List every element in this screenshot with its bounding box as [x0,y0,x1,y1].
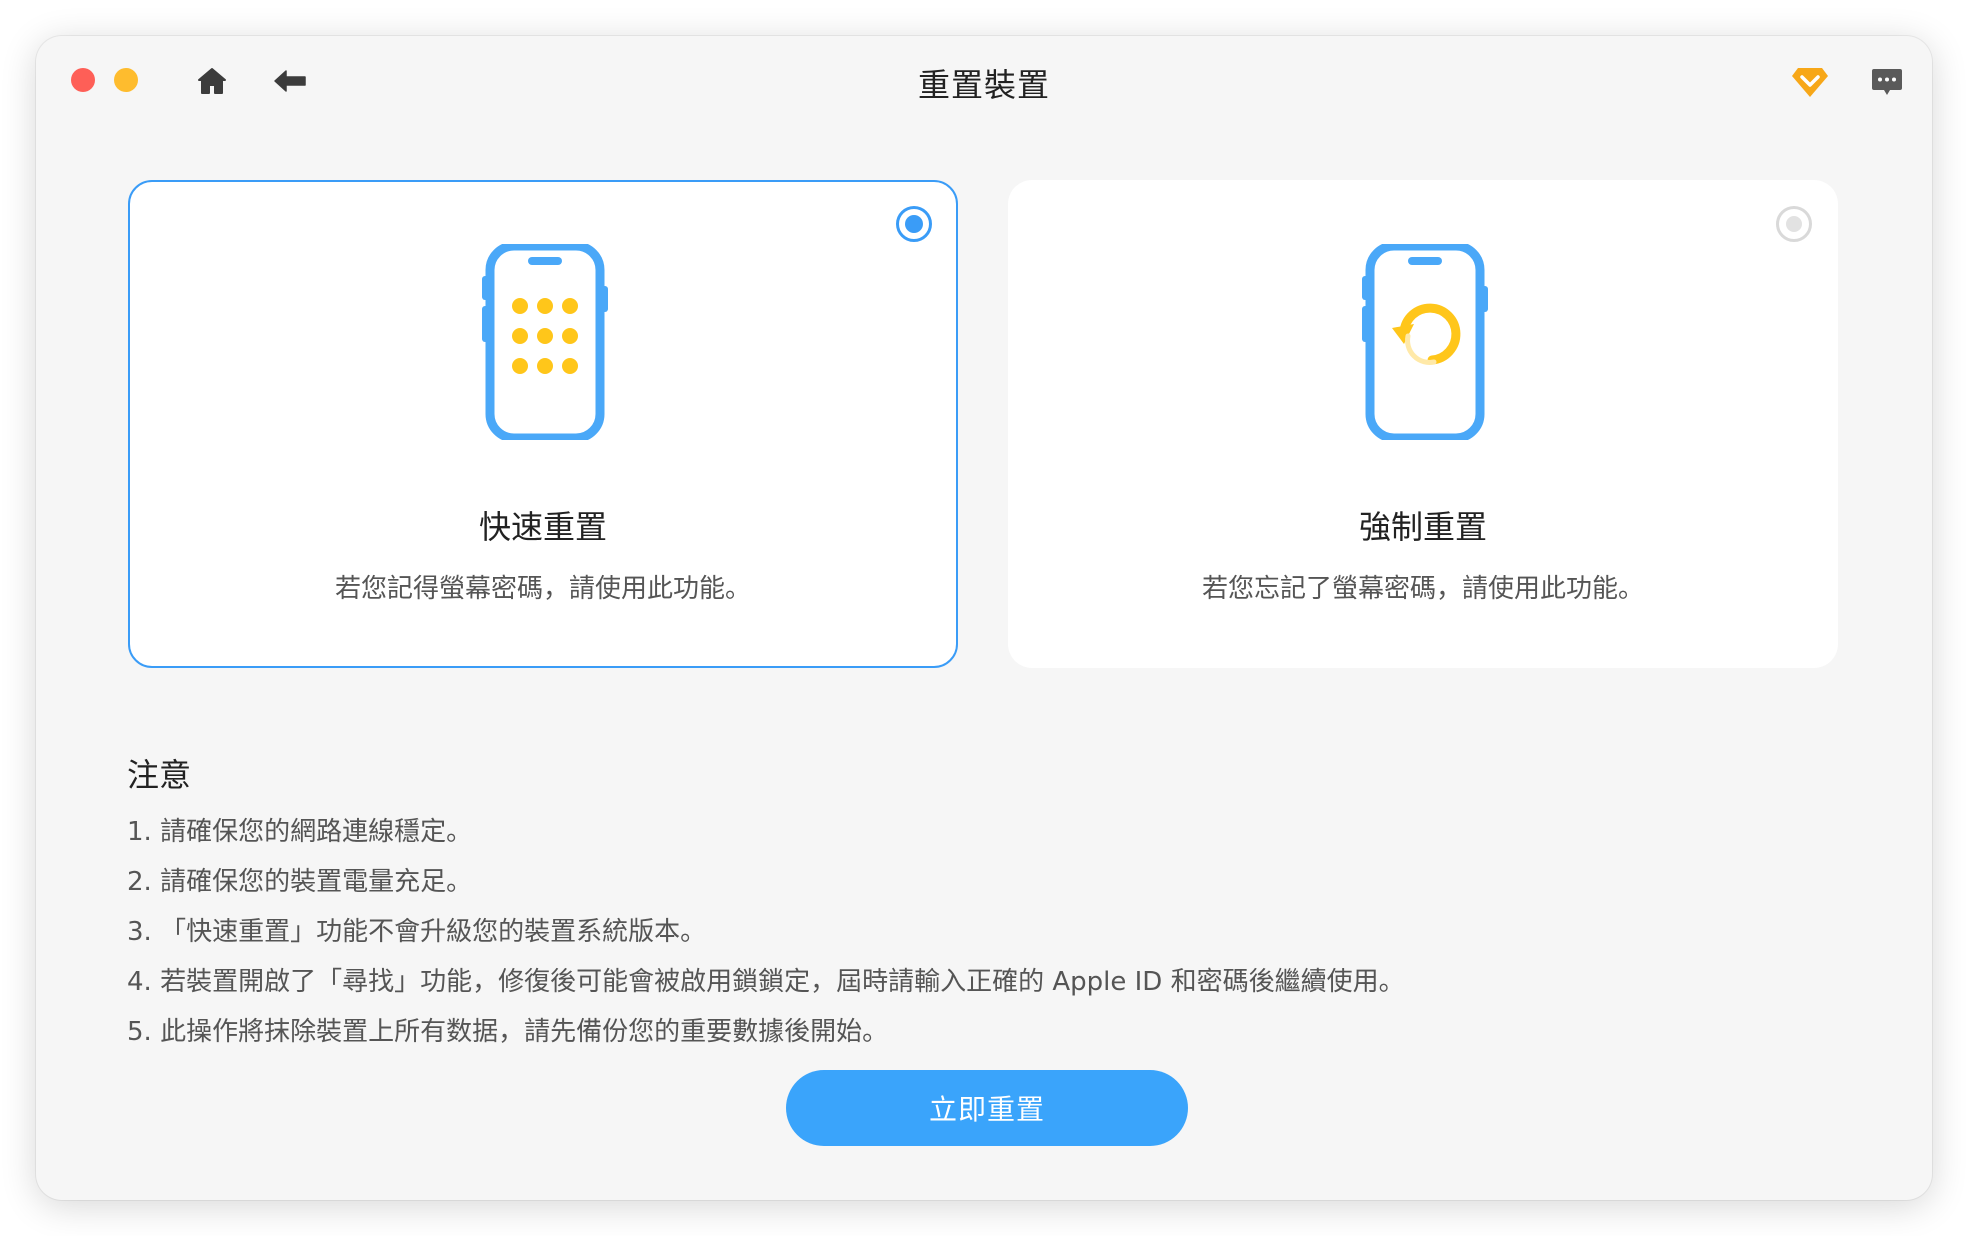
quick-reset-radio[interactable] [896,206,932,242]
diamond-icon [1792,68,1828,97]
force-reset-card[interactable]: 強制重置 若您忘記了螢幕密碼，請使用此功能。 [1008,180,1838,668]
notes-item: 2. 請確保您的裝置電量充足。 [127,867,473,897]
quick-reset-title: 快速重置 [478,508,607,546]
phone-reset-icon [1362,244,1488,440]
phone-keypad-icon [482,244,608,440]
quick-reset-card[interactable]: 快速重置 若您記得螢幕密碼，請使用此功能。 [128,180,958,668]
notes-item: 1. 請確保您的網路連線穩定。 [127,817,473,847]
force-reset-title: 強制重置 [1358,508,1487,546]
title-bar: 重置裝置 [36,36,1932,126]
chat-bubble-icon [1872,69,1902,95]
notes-heading: 注意 [127,756,192,794]
notes-item: 3. 「快速重置」功能不會升級您的裝置系統版本。 [127,917,707,947]
force-reset-description: 若您忘記了螢幕密碼，請使用此功能。 [1201,574,1644,604]
premium-button[interactable] [1788,62,1832,102]
app-window: 重置裝置 快速重置 若您記得螢幕密碼，請使用此功能。 強制重置 若您忘記了螢幕密… [36,36,1932,1200]
reset-now-button[interactable]: 立即重置 [786,1070,1188,1146]
notes-item: 4. 若裝置開啟了「尋找」功能，修復後可能會被啟用鎖鎖定，屆時請輸入正確的 Ap… [127,967,1405,997]
feedback-button[interactable] [1865,62,1909,102]
notes-list: 1. 請確保您的網路連線穩定。 2. 請確保您的裝置電量充足。 3. 「快速重置… [127,812,1405,1062]
quick-reset-description: 若您記得螢幕密碼，請使用此功能。 [334,574,751,604]
window-title: 重置裝置 [917,66,1050,104]
force-reset-radio[interactable] [1776,206,1812,242]
notes-item: 5. 此操作將抹除裝置上所有数据，請先備份您的重要數據後開始。 [127,1017,889,1047]
